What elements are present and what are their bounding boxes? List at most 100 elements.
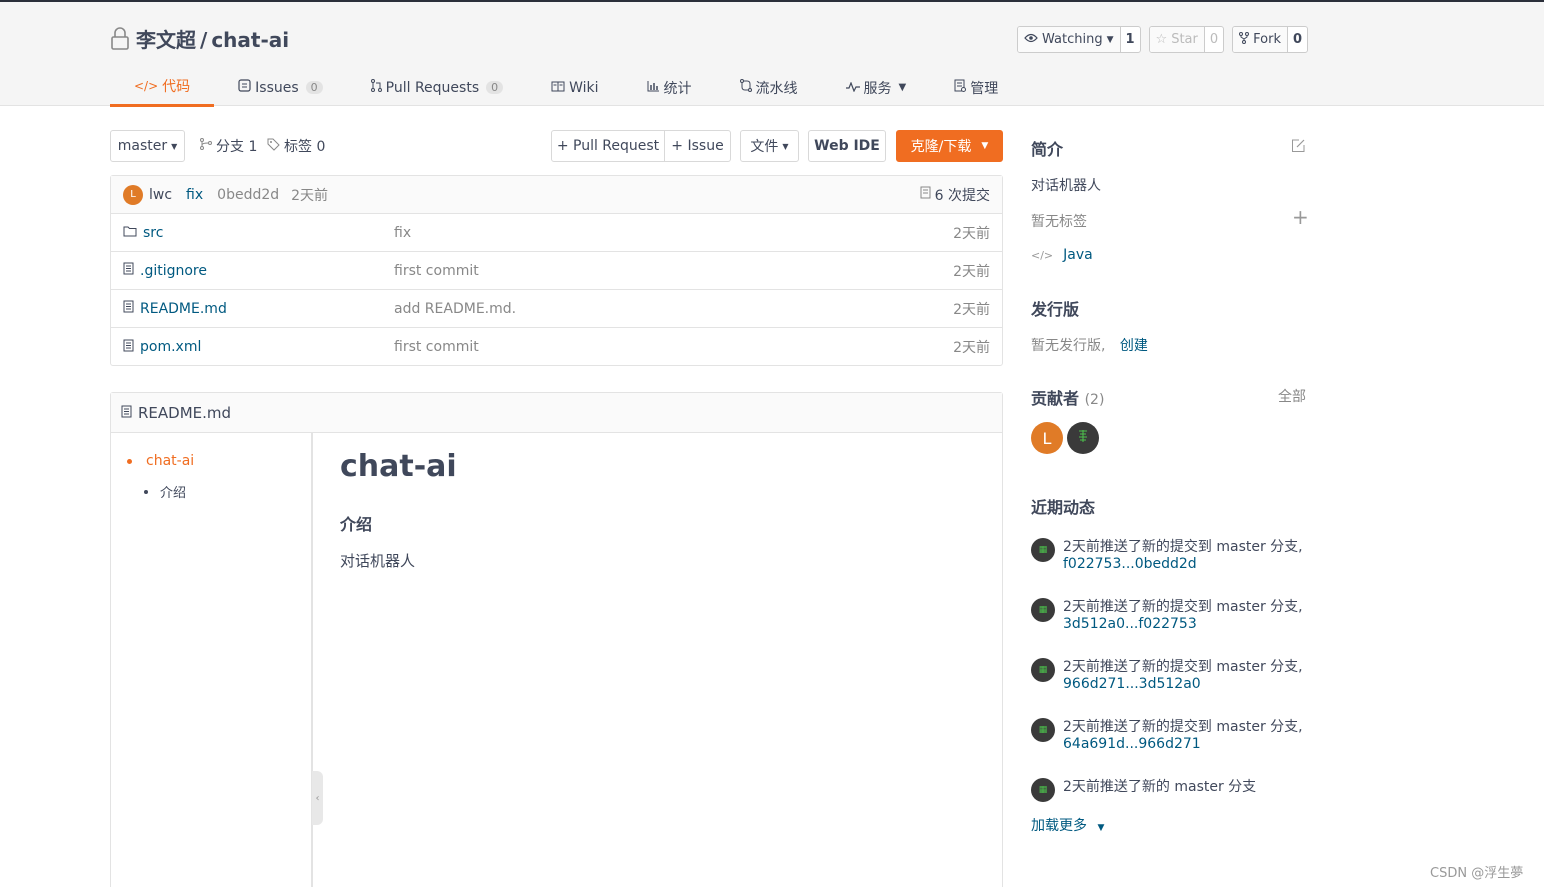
activity-text: 2天前推送了新的提交到 master 分支, <box>1063 659 1303 675</box>
load-more-label: 加载更多 <box>1031 818 1087 834</box>
toc-collapse-handle[interactable]: ‹ <box>312 771 323 825</box>
tab-services[interactable]: 服务 ▼ <box>822 68 931 107</box>
activity-compare-link[interactable]: 3d512a0...f022753 <box>1063 616 1197 632</box>
activity-item: ▦ 2天前推送了新的 master 分支 <box>1031 774 1307 818</box>
star-count[interactable]: 0 <box>1205 27 1223 52</box>
tab-pipeline[interactable]: 流水线 <box>716 68 822 107</box>
file-commit-message[interactable]: first commit <box>394 263 479 279</box>
tab-stats[interactable]: 统计 <box>623 68 716 107</box>
tab-wiki[interactable]: Wiki <box>527 68 622 107</box>
avatar[interactable]: ▦ <box>1031 718 1055 742</box>
table-row[interactable]: README.md add README.md. 2天前 <box>111 290 1002 328</box>
file-commit-message[interactable]: first commit <box>394 339 479 355</box>
fork-count[interactable]: 0 <box>1288 27 1307 52</box>
avatar[interactable]: ▦ <box>1031 658 1055 682</box>
activity-compare-link[interactable]: 64a691d...966d271 <box>1063 736 1201 752</box>
new-issue-button[interactable]: + Issue <box>664 130 731 162</box>
branches-link[interactable]: 分支 1 <box>200 130 257 162</box>
latest-commit-bar: L lwc fix 0bedd2d 2天前 6 次提交 <box>111 176 1002 214</box>
file-name-link[interactable]: src <box>123 225 163 241</box>
readme-heading-2: 介绍 <box>340 515 373 534</box>
code-icon: </> <box>134 79 159 93</box>
edit-icon[interactable] <box>1291 138 1306 157</box>
repo-owner-link[interactable]: 李文超 <box>136 28 196 52</box>
create-release-link[interactable]: 创建 <box>1120 338 1148 354</box>
activity-item: ▦ 2天前推送了新的提交到 master 分支, 966d271...3d512… <box>1031 654 1307 698</box>
load-more-button[interactable]: 加载更多 ▼ <box>1031 815 1104 835</box>
language-row: </> Java <box>1031 247 1093 263</box>
file-commit-message[interactable]: add README.md. <box>394 301 516 317</box>
lock-icon <box>110 26 130 51</box>
file-commit-message[interactable]: fix <box>394 225 411 241</box>
watch-button[interactable]: Watching ▼ 1 <box>1017 26 1141 53</box>
activity-item: ▦ 2天前推送了新的提交到 master 分支, 64a691d...966d2… <box>1031 714 1307 758</box>
tags-link[interactable]: 标签 0 <box>267 130 325 162</box>
commit-sha-link[interactable]: 0bedd2d <box>217 187 279 203</box>
file-menu-button[interactable]: 文件 ▼ <box>740 130 799 162</box>
file-icon <box>121 404 132 422</box>
readme-toc: chat-ai 介绍 ‹ <box>111 433 323 887</box>
file-icon <box>123 300 134 317</box>
caret-down-icon: ▼ <box>981 141 989 151</box>
avatar[interactable]: ▦ <box>1031 538 1055 562</box>
chevron-down-icon: ▼ <box>1106 34 1114 45</box>
language-link[interactable]: Java <box>1063 247 1093 263</box>
avatar[interactable]: L <box>1031 422 1063 454</box>
readme-filename: README.md <box>138 403 232 422</box>
commit-author-link[interactable]: lwc <box>149 187 172 203</box>
commit-time: 2天前 <box>291 187 329 204</box>
activity-text: 2天前推送了新的提交到 master 分支, <box>1063 539 1303 555</box>
star-label: Star <box>1171 32 1198 47</box>
no-tags-text: 暂无标签 <box>1031 214 1087 230</box>
table-row[interactable]: .gitignore first commit 2天前 <box>111 252 1002 290</box>
file-name: README.md <box>140 300 227 317</box>
intro-title: 简介 <box>1031 140 1064 159</box>
file-name-link[interactable]: pom.xml <box>123 339 201 356</box>
toc-item-chat-ai[interactable]: chat-ai <box>127 453 194 469</box>
caret-down-icon: ▼ <box>898 82 907 93</box>
chevron-down-icon: ▼ <box>782 141 789 151</box>
star-button[interactable]: ☆ Star 0 <box>1148 26 1225 53</box>
branch-select[interactable]: master ▼ <box>110 130 185 162</box>
file-name: src <box>143 224 164 241</box>
plus-icon[interactable]: + <box>1292 207 1309 227</box>
file-name-link[interactable]: .gitignore <box>123 262 207 279</box>
toc-item-intro[interactable]: 介绍 <box>144 482 186 501</box>
table-row[interactable]: src fix 2天前 <box>111 214 1002 252</box>
activity-item: ▦ 2天前推送了新的提交到 master 分支, 3d512a0...f0227… <box>1031 594 1307 638</box>
branch-icon <box>200 138 212 154</box>
all-contributors-link[interactable]: 全部 <box>1278 386 1306 406</box>
activity-compare-link[interactable]: f022753...0bedd2d <box>1063 556 1197 572</box>
fork-button[interactable]: Fork 0 <box>1232 26 1309 53</box>
toc-item-label: chat-ai <box>146 453 195 469</box>
eye-icon <box>1024 32 1038 47</box>
clone-download-label: 克隆/下载 <box>910 139 972 155</box>
web-ide-button[interactable]: Web IDE <box>808 130 886 162</box>
clone-download-button[interactable]: 克隆/下载 ▼ <box>896 130 1003 162</box>
avatar[interactable]: ▦ <box>1031 598 1055 622</box>
commit-message-link[interactable]: fix <box>186 187 203 203</box>
table-row[interactable]: pom.xml first commit 2天前 <box>111 328 1002 366</box>
tab-issues[interactable]: Issues 0 <box>214 68 347 107</box>
commits-count-link[interactable]: 6 次提交 <box>920 185 990 205</box>
repo-name-link[interactable]: chat-ai <box>211 28 289 52</box>
activity-compare-link[interactable]: 966d271...3d512a0 <box>1063 676 1201 692</box>
watermark: CSDN @浮生夢 <box>1430 866 1524 881</box>
activity-item: ▦ 2天前推送了新的提交到 master 分支, f022753...0bedd… <box>1031 534 1307 578</box>
new-pull-request-button[interactable]: + Pull Request <box>551 130 665 162</box>
watch-count[interactable]: 1 <box>1121 27 1140 52</box>
book-icon <box>551 80 565 96</box>
avatar[interactable]: L <box>123 184 143 205</box>
tab-pull-requests[interactable]: Pull Requests 0 <box>347 68 527 107</box>
watch-label: Watching <box>1042 32 1103 47</box>
avatar[interactable]: ▦ <box>1031 778 1055 802</box>
tab-code[interactable]: </> 代码 <box>110 68 215 107</box>
activity-text: 2天前推送了新的 master 分支 <box>1063 779 1257 795</box>
avatar[interactable] <box>1067 422 1099 454</box>
file-name-link[interactable]: README.md <box>123 300 227 317</box>
readme-paragraph: 对话机器人 <box>340 552 416 570</box>
chevron-down-icon: ▼ <box>171 141 178 151</box>
tab-manage[interactable]: 管理 <box>930 68 1022 107</box>
file-menu-label: 文件 <box>750 139 779 155</box>
terminal-avatar-icon <box>1077 429 1089 447</box>
